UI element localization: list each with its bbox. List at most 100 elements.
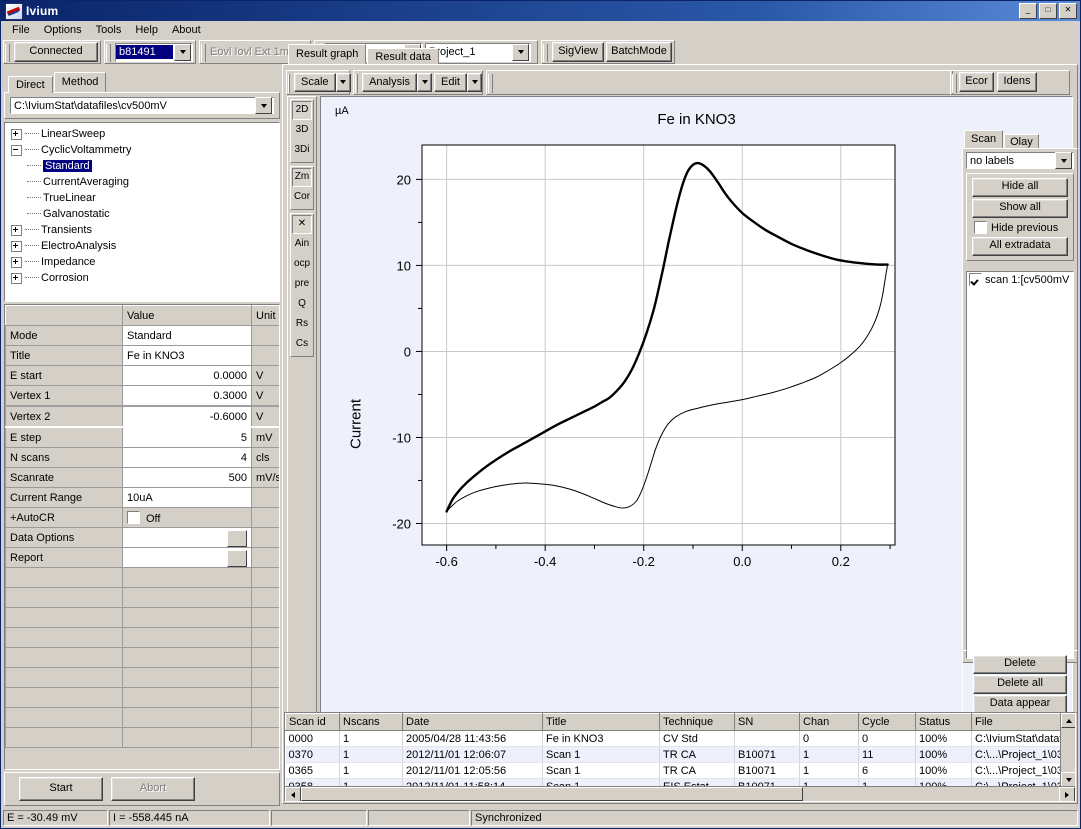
menu-item-options[interactable]: Options — [37, 23, 89, 37]
view-2d-button[interactable]: 2D — [292, 101, 312, 120]
tree-item-corrosion[interactable]: Corrosion — [7, 270, 279, 286]
start-button[interactable]: Start — [19, 777, 103, 801]
param-value[interactable]: 0.0000 — [123, 366, 252, 386]
idens-button[interactable]: Idens — [997, 72, 1037, 92]
scan-list[interactable]: scan 1:[cv500mV — [966, 271, 1074, 659]
toolbar-gripper[interactable] — [952, 74, 957, 93]
col-cycle[interactable]: Cycle — [859, 714, 916, 731]
col-title[interactable]: Title — [543, 714, 660, 731]
hscroll-thumb[interactable] — [301, 787, 803, 801]
delete-all-button[interactable]: Delete all — [973, 675, 1067, 694]
close-channel-button[interactable]: ✕ — [292, 215, 312, 234]
technique-tree[interactable]: LinearSweep CyclicVoltammetry Standard — [4, 122, 280, 302]
expand-icon[interactable] — [11, 241, 22, 252]
plot-area[interactable]: µA Fe in KNO3 Current Potential V -0.6-0… — [320, 96, 1073, 751]
ain-button[interactable]: Ain — [292, 235, 312, 254]
ecor-button[interactable]: Ecor — [959, 72, 994, 92]
param-value[interactable]: Standard — [123, 326, 252, 346]
hide-all-button[interactable]: Hide all — [972, 178, 1068, 197]
tree-item-truelinear[interactable]: TrueLinear — [7, 190, 279, 206]
tree-item-currentaveraging[interactable]: CurrentAveraging — [7, 174, 279, 190]
q-button[interactable]: Q — [292, 295, 312, 314]
scroll-right-arrow-icon[interactable] — [1059, 787, 1075, 802]
param-value[interactable]: 0.3000 — [123, 386, 252, 407]
menu-item-file[interactable]: File — [5, 23, 37, 37]
close-button[interactable]: ✕ — [1059, 3, 1077, 19]
connected-button[interactable]: Connected — [14, 42, 98, 62]
delete-button[interactable]: Delete — [973, 655, 1067, 674]
toolbar-gripper[interactable] — [488, 74, 493, 93]
datafile-path-combo[interactable]: C:\IviumStat\datafiles\cv500mV — [10, 97, 274, 114]
edit-dropdown-arrow[interactable] — [467, 73, 482, 92]
tree-item-galvanostatic[interactable]: Galvanostatic — [7, 206, 279, 222]
analysis-dropdown-arrow[interactable] — [417, 73, 432, 92]
zm-button[interactable]: Zm — [292, 168, 312, 187]
col-status[interactable]: Status — [916, 714, 972, 731]
datagrid-vertical-scrollbar[interactable] — [1060, 713, 1075, 787]
autocr-cell[interactable]: Off — [123, 508, 252, 528]
col-date[interactable]: Date — [403, 714, 543, 731]
analysis-split-button[interactable]: Analysis — [362, 73, 432, 92]
analysis-button[interactable]: Analysis — [362, 73, 417, 92]
toolbar-gripper[interactable] — [106, 44, 111, 62]
tab-result-graph[interactable]: Result graph — [288, 44, 366, 64]
show-all-button[interactable]: Show all — [972, 199, 1068, 218]
minimize-button[interactable]: _ — [1019, 3, 1037, 19]
toolbar-gripper[interactable] — [355, 74, 358, 93]
menu-item-tools[interactable]: Tools — [89, 23, 129, 37]
param-value[interactable]: 4 — [123, 448, 252, 468]
ocp-button[interactable]: ocp — [292, 255, 312, 274]
toolbar-gripper[interactable] — [201, 44, 206, 62]
menu-item-about[interactable]: About — [165, 23, 208, 37]
chevron-down-icon[interactable] — [1055, 152, 1072, 169]
expand-icon[interactable] — [11, 257, 22, 268]
pre-button[interactable]: pre — [292, 275, 312, 294]
table-row[interactable]: 0000 1 2005/04/28 11:43:56 Fe in KNO3 CV… — [286, 731, 1077, 747]
rs-button[interactable]: Rs — [292, 315, 312, 334]
tab-method[interactable]: Method — [54, 72, 107, 92]
hide-previous-row[interactable]: Hide previous — [972, 221, 1068, 234]
tree-item-transients[interactable]: Transients — [7, 222, 279, 238]
param-value[interactable]: 10uA — [123, 488, 252, 508]
view-3d-button[interactable]: 3D — [292, 121, 312, 140]
report-ellipsis-button[interactable] — [227, 550, 247, 567]
collapse-icon[interactable] — [11, 145, 22, 156]
scale-button[interactable]: Scale — [294, 73, 336, 92]
autocr-checkbox[interactable] — [127, 511, 140, 524]
scroll-up-arrow-icon[interactable] — [1061, 713, 1076, 728]
labels-combo[interactable]: no labels — [966, 152, 1074, 169]
toolbar-gripper[interactable] — [5, 44, 10, 62]
scale-split-button[interactable]: Scale — [294, 73, 351, 92]
tab-result-data[interactable]: Result data — [367, 48, 439, 65]
expand-icon[interactable] — [11, 273, 22, 284]
table-row[interactable]: 0365 1 2012/11/01 12:05:56 Scan 1 TR CA … — [286, 763, 1077, 779]
col-scan-id[interactable]: Scan id — [286, 714, 340, 731]
col-nscans[interactable]: Nscans — [340, 714, 403, 731]
cs-button[interactable]: Cs — [292, 335, 312, 354]
toolbar-gripper[interactable] — [288, 74, 290, 93]
expand-icon[interactable] — [11, 129, 22, 140]
param-value[interactable]: -0.6000 — [123, 406, 252, 427]
maximize-button[interactable]: □ — [1039, 3, 1057, 19]
all-extradata-button[interactable]: All extradata — [972, 237, 1068, 256]
tab-scan[interactable]: Scan — [964, 130, 1003, 148]
scroll-left-arrow-icon[interactable] — [285, 787, 301, 802]
chevron-down-icon[interactable] — [174, 44, 191, 61]
col-chan[interactable]: Chan — [800, 714, 859, 731]
tree-item-cyclicvoltammetry[interactable]: CyclicVoltammetry — [7, 142, 279, 158]
tab-direct[interactable]: Direct — [8, 76, 53, 93]
expand-icon[interactable] — [11, 225, 22, 236]
param-value[interactable] — [123, 548, 252, 568]
scroll-down-arrow-icon[interactable] — [1061, 772, 1076, 787]
datagrid-horizontal-scrollbar[interactable] — [285, 786, 1075, 801]
hide-previous-checkbox[interactable] — [974, 221, 987, 234]
chevron-down-icon[interactable] — [255, 97, 272, 114]
menu-item-help[interactable]: Help — [128, 23, 165, 37]
device-id-combo[interactable]: b81491 — [115, 43, 193, 62]
scale-dropdown-arrow[interactable] — [336, 73, 351, 92]
tab-olay[interactable]: Olay — [1004, 134, 1039, 149]
param-value[interactable]: Fe in KNO3 — [123, 346, 252, 366]
cor-button[interactable]: Cor — [292, 188, 312, 207]
tree-item-linearsweep[interactable]: LinearSweep — [7, 126, 279, 142]
list-item[interactable]: scan 1:[cv500mV — [967, 272, 1073, 287]
